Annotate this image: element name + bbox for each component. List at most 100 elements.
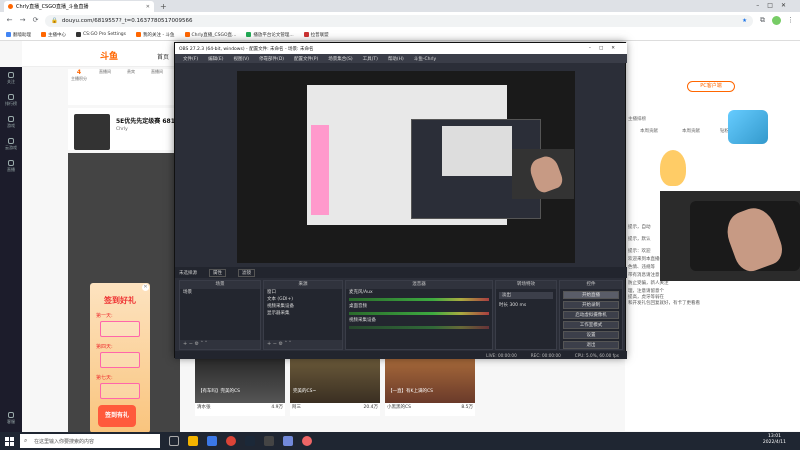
anchor-name[interactable]: Chrly [116,127,128,132]
start-button[interactable] [0,432,18,450]
back-icon[interactable]: ← [6,17,13,24]
menu-docks[interactable]: 停靠部件(D) [259,56,284,62]
bookmark-item[interactable]: 主播中心 [41,32,66,38]
tab-weekly-2[interactable]: 本周贡献 [682,128,700,134]
tab-weekly[interactable]: 本周贡献 [640,128,658,134]
menu-profile[interactable]: 配置文件(P) [294,56,318,62]
menu-edit[interactable]: 编辑(E) [208,56,223,62]
start-recording-button[interactable]: 开始录制 [563,301,619,309]
transition-select[interactable]: 淡出 [499,292,553,299]
windows-logo-icon [4,436,14,446]
scene-dock-buttons[interactable]: + − ⚙ ˄ ˅ [180,340,260,349]
sidebar-item-cloud-games[interactable]: 云游戏 [0,133,22,155]
edge-icon[interactable] [207,436,217,446]
obs-taskbar-icon[interactable] [264,436,274,446]
browser-tab[interactable]: Chrly直播_CSGO直播_斗鱼直播 ✕ [4,1,154,12]
exit-button[interactable]: 退出 [563,341,619,349]
start-streaming-button[interactable]: 开始直播 [563,291,619,299]
close-icon[interactable]: ✕ [142,284,149,291]
bookmark-icon [184,32,190,37]
anchor-avatar[interactable] [74,114,110,150]
checkin-reward [100,321,140,337]
volume-meter [349,298,489,301]
menu-help[interactable]: 帮助(H) [388,56,404,62]
pc-client-button[interactable]: PC客户端 [687,81,735,92]
source-item[interactable]: 窗口 [264,289,342,296]
sidebar-item-follow[interactable]: 关注 [0,67,22,89]
bookmark-item[interactable]: Chrly直播_CSGO直... [184,32,236,38]
menu-file[interactable]: 文件(F) [183,56,198,62]
chat-line: 色情、违规等 [628,265,655,270]
scene-item[interactable]: 场景 [180,289,260,296]
file-explorer-icon[interactable] [188,436,198,446]
checkin-day: 第七天: [96,375,113,381]
tab-anchor-rank[interactable]: 主播排榜 [628,116,646,122]
sidebar-item-rank[interactable]: 排行榜 [0,89,22,111]
menu-tools[interactable]: 工具(T) [363,56,378,62]
reload-icon[interactable]: ⟳ [32,17,39,24]
forward-icon[interactable]: → [19,17,26,24]
taskbar-search-input[interactable]: ⌕ 在这里输入你要搜索的内容 [20,434,160,448]
headset-icon [8,411,14,418]
close-tab-icon[interactable]: ✕ [146,4,150,10]
window-controls[interactable]: –□✕ [756,2,794,9]
no-source-label: 未选择源 [179,270,197,276]
menu-douyu[interactable]: 斗鱼-Chrly [414,56,436,62]
studio-mode-button[interactable]: 工作室模式 [563,321,619,329]
volume-meter [349,326,489,329]
app-icon[interactable] [283,436,293,446]
live-icon [8,159,14,166]
url-input[interactable]: 🔒 douyu.com/6819557?_t=0.163778051700956… [45,14,753,27]
bookmark-item[interactable]: 播放平台论文管理... [246,32,294,38]
sidebar-item-live[interactable]: 直播 [0,155,22,177]
chrome-icon[interactable] [226,436,236,446]
mascot-image [660,150,686,186]
settings-button[interactable]: 设置 [563,331,619,339]
source-dock-buttons[interactable]: + − ⚙ ˄ ˅ [264,340,342,349]
chat-line: 提示，自动 [628,225,651,230]
menu-icon[interactable]: ⋮ [787,17,794,24]
task-view-icon[interactable] [169,436,179,446]
event-banner[interactable] [728,110,768,144]
scenes-dock: 场景 场景 + − ⚙ ˄ ˅ [179,280,261,350]
transition-duration[interactable]: 时长 300 ms [496,302,556,309]
douyu-logo[interactable]: 斗鱼 [100,49,134,62]
obs-title-bar: OBS 27.2.3 (64-bit, windows) - 配置文件: 未命名… [175,43,627,54]
recommend-card[interactable]: 完美的CS~ 阿三 20.4万 [290,358,380,416]
heart-icon [8,71,14,78]
search-icon: ⌕ [24,437,28,444]
checkin-day: 第四天: [96,344,113,350]
source-item[interactable]: 视频采集设备 [264,303,342,310]
source-item[interactable]: 显示器采集 [264,310,342,317]
sidebar-item-service[interactable]: 客服 [0,407,22,429]
preview-nested-page [442,126,512,176]
bookmark-item[interactable]: 翻墙助理 [6,32,31,38]
new-tab-icon[interactable]: + [160,2,167,11]
recommend-card[interactable]: 【一直】有K上满的CS 小黑黑的CS 8.5万 [385,358,475,416]
extensions-icon[interactable]: ⧉ [759,17,766,24]
properties-button[interactable]: 属性 [209,268,226,277]
bookmark-icon [6,32,11,37]
obs-window-controls[interactable]: –□✕ [589,46,623,51]
app-icon[interactable] [302,436,312,446]
profile-avatar[interactable] [772,16,781,25]
taskbar-clock[interactable]: 13:01 2022/4/11 [763,434,786,446]
card-thumbnail: 【一直】有K上满的CS [385,358,475,403]
bookmark-item[interactable]: CS:GO Pro Settings [76,32,126,37]
filters-button[interactable]: 滤镜 [238,268,255,277]
obs-status-bar: LIVE: 00:00:00 REC: 00:00:00 CPU: 5.0%, … [175,351,627,359]
bookmark-item[interactable]: 我的关注 - 斗鱼 [136,32,175,38]
recommend-card[interactable]: 【有车吗】完美的CS 清水张 4.9万 [195,358,285,416]
menu-view[interactable]: 视图(V) [233,56,249,62]
sidebar-item-games[interactable]: 游戏 [0,111,22,133]
bookmark-item[interactable]: 拉普联盟 [303,32,329,38]
obs-preview[interactable] [237,71,575,263]
bookmark-star-icon[interactable]: ★ [742,18,747,24]
virtual-camera-button[interactable]: 启动虚拟摄像机 [563,311,619,319]
source-item[interactable]: 文本 (GDI+) [264,296,342,303]
checkin-button[interactable]: 签到有礼 [98,405,136,427]
steam-icon[interactable] [245,436,255,446]
cpu-status: CPU: 5.0%, 60.00 fps [574,352,619,358]
home-link[interactable]: 首页 [157,52,169,61]
menu-scene-collection[interactable]: 场景集合(S) [328,56,352,62]
